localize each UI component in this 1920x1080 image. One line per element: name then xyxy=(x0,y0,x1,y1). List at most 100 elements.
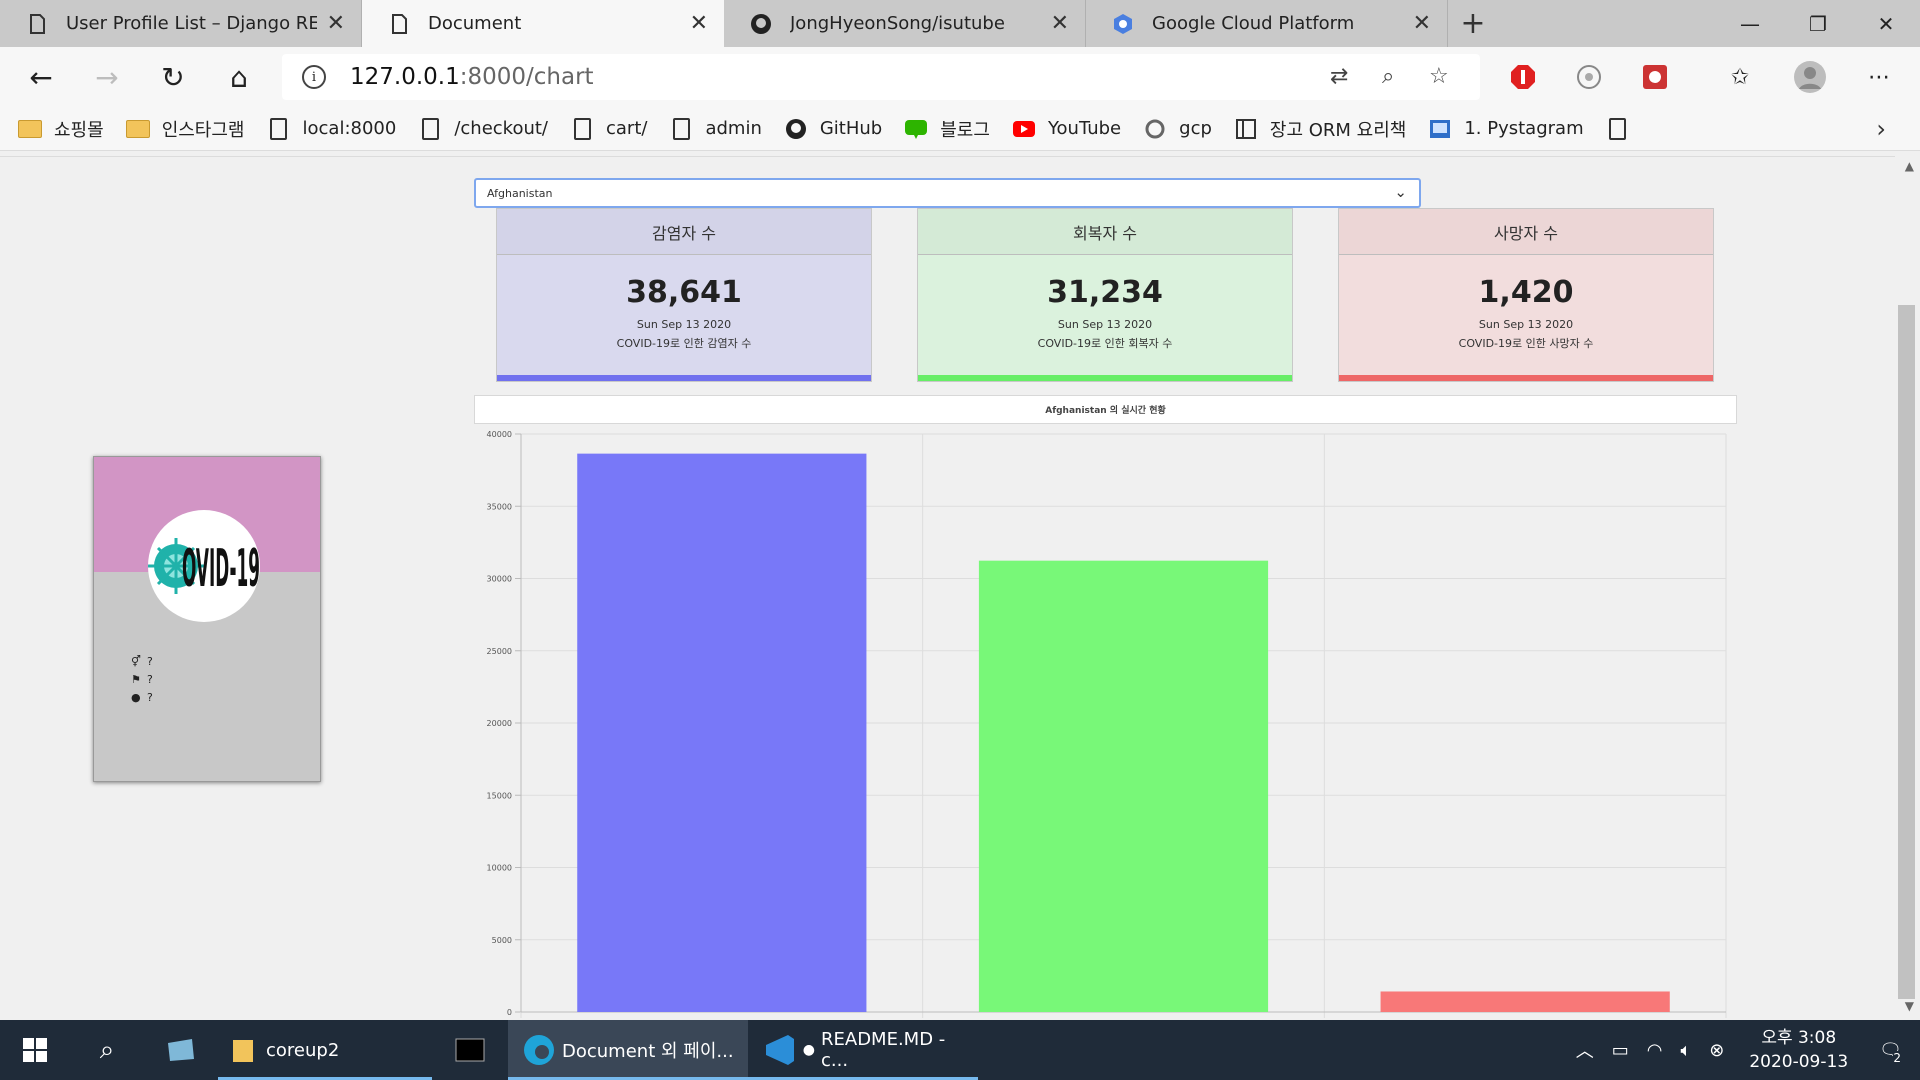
bookmark-cart[interactable]: cart/ xyxy=(570,117,647,140)
adblock-icon[interactable] xyxy=(1508,62,1538,92)
close-window-button[interactable]: ✕ xyxy=(1852,0,1920,47)
favorites-icon[interactable]: ✩ xyxy=(1725,62,1755,92)
status-x-icon[interactable]: ⊗ xyxy=(1709,1040,1724,1061)
tab-title: Document xyxy=(428,13,522,34)
country-select[interactable]: Afghanistan ⌄ xyxy=(474,178,1421,208)
chevron-right-icon[interactable]: › xyxy=(1876,115,1886,143)
page-icon xyxy=(267,117,291,140)
confirmed-card: 감염자 수 38,641 Sun Sep 13 2020 COVID-19로 인… xyxy=(496,208,872,382)
close-icon[interactable]: ✕ xyxy=(1413,11,1431,36)
bookmark-youtube[interactable]: YouTube xyxy=(1012,118,1121,140)
recovered-card: 회복자 수 31,234 Sun Sep 13 2020 COVID-19로 인… xyxy=(917,208,1293,382)
tab-github[interactable]: JongHyeonSong/isutube ✕ xyxy=(724,0,1086,47)
card-value: 31,234 xyxy=(1047,275,1163,310)
bookmark-shopping[interactable]: 쇼핑몰 xyxy=(18,116,104,142)
y-tick-label: 0 xyxy=(507,1008,512,1017)
terminal-icon[interactable] xyxy=(432,1020,508,1080)
bookmark-github[interactable]: GitHub xyxy=(784,118,882,140)
restore-button[interactable]: ❐ xyxy=(1784,0,1852,47)
chevron-up-icon[interactable]: ︿ xyxy=(1576,1037,1594,1063)
search-icon[interactable]: ⌕ xyxy=(70,1020,144,1080)
volume-icon[interactable]: 🔈︎ xyxy=(1680,1040,1691,1061)
home-button[interactable]: ⌂ xyxy=(206,47,272,107)
profile-avatar[interactable] xyxy=(1793,60,1827,94)
tab-title: Google Cloud Platform xyxy=(1152,13,1355,34)
bookmark-pystagram[interactable]: 1. Pystagram xyxy=(1428,118,1584,140)
bookmark-local8000[interactable]: local:8000 xyxy=(267,117,396,140)
wifi-icon[interactable]: ◠ xyxy=(1647,1040,1663,1061)
bookmark-checkout[interactable]: /checkout/ xyxy=(418,117,548,140)
app-launcher-icon[interactable] xyxy=(144,1020,218,1080)
new-tab-button[interactable]: + xyxy=(1448,0,1498,47)
scroll-thumb[interactable] xyxy=(1898,305,1915,999)
bookmark-gcp[interactable]: gcp xyxy=(1143,118,1212,140)
bookmark-untitled[interactable] xyxy=(1606,117,1642,140)
tab-user-profile-list[interactable]: User Profile List – Django REST fr ✕ xyxy=(0,0,362,47)
y-tick-label: 40000 xyxy=(487,430,512,439)
taskbar-vscode[interactable]: ● README.MD - c... xyxy=(748,1020,978,1080)
zoom-icon[interactable]: ⌕ xyxy=(1382,64,1394,89)
chevron-down-icon: ⌄ xyxy=(1394,183,1407,201)
window-controls: — ❐ ✕ xyxy=(1716,0,1920,47)
card-date: Sun Sep 13 2020 xyxy=(1478,318,1574,331)
notification-icon[interactable]: 🗨︎ 2 xyxy=(1879,1040,1902,1065)
card-description: COVID-19로 인한 회복자 수 xyxy=(1037,337,1173,350)
bookmark-admin[interactable]: admin xyxy=(669,117,762,140)
more-menu-icon[interactable]: ⋯ xyxy=(1864,62,1894,92)
page-scrollbar[interactable]: ▲ ▼ xyxy=(1895,151,1920,1020)
taskbar-edge[interactable]: Document 외 페이... xyxy=(508,1020,748,1080)
favorite-star-icon[interactable]: ☆ xyxy=(1429,64,1449,89)
taskbar-explorer[interactable]: coreup2 xyxy=(218,1020,432,1080)
image-icon xyxy=(1428,118,1452,140)
gender-row: ⚥? xyxy=(131,653,153,671)
card-accent-bar xyxy=(918,375,1292,381)
card-title: 회복자 수 xyxy=(918,209,1292,255)
close-icon[interactable]: ✕ xyxy=(690,11,708,36)
url-text: 127.0.0.1:8000/chart xyxy=(350,64,594,90)
address-bar: ← → ↻ ⌂ i 127.0.0.1:8000/chart ⇄ ⌕ ☆ ✩ ⋯ xyxy=(0,47,1920,107)
bookmark-django-orm[interactable]: 장고 ORM 요리책 xyxy=(1234,116,1406,142)
minimize-button[interactable]: — xyxy=(1716,0,1784,47)
youtube-icon xyxy=(1012,118,1036,140)
card-date: Sun Sep 13 2020 xyxy=(636,318,732,331)
bookmark-instagram[interactable]: 인스타그램 xyxy=(125,116,245,142)
profile-info: ⚥? ⚑? ●? xyxy=(131,653,153,707)
covid-logo-avatar: OVID-19 xyxy=(148,510,260,622)
clock[interactable]: 오후 3:08 2020-09-13 xyxy=(1749,1026,1848,1074)
forward-button[interactable]: → xyxy=(74,47,140,107)
extension-icon[interactable] xyxy=(1640,62,1670,92)
page-icon xyxy=(1606,117,1630,140)
taskbar: ⌕ coreup2 Document 외 페이... ● README.MD - … xyxy=(0,1020,1920,1080)
tab-title: User Profile List – Django REST fr xyxy=(66,13,317,34)
close-icon[interactable]: ✕ xyxy=(327,11,345,36)
tab-title: JongHyeonSong/isutube xyxy=(790,13,1005,34)
y-tick-label: 30000 xyxy=(487,575,512,584)
page-icon xyxy=(388,13,410,35)
refresh-button[interactable]: ↻ xyxy=(140,47,206,107)
battery-icon[interactable]: ▭ xyxy=(1612,1040,1629,1061)
info-icon[interactable]: i xyxy=(302,65,326,89)
windows-start-button[interactable] xyxy=(0,1020,70,1080)
back-button[interactable]: ← xyxy=(8,47,74,107)
blog-icon xyxy=(904,118,928,140)
page-icon xyxy=(570,117,594,140)
tab-strip: User Profile List – Django REST fr ✕ Doc… xyxy=(0,0,1920,47)
system-tray: ︿ ▭ ◠ 🔈︎ ⊗ 오후 3:08 2020-09-13 🗨︎ 2 xyxy=(1567,1020,1920,1080)
bookmark-blog[interactable]: 블로그 xyxy=(904,116,990,142)
tab-document[interactable]: Document ✕ xyxy=(362,0,724,47)
url-field[interactable]: i 127.0.0.1:8000/chart ⇄ ⌕ ☆ xyxy=(282,54,1480,100)
page-content: Afghanistan ⌄ 감염자 수 38,641 Sun Sep 13 20… xyxy=(0,151,1920,1020)
country-row: ⚑? xyxy=(131,671,153,689)
tab-google-cloud[interactable]: Google Cloud Platform ✕ xyxy=(1086,0,1448,47)
scroll-down-icon[interactable]: ▼ xyxy=(1905,999,1914,1013)
y-tick-label: 15000 xyxy=(487,791,512,800)
card-title: 사망자 수 xyxy=(1339,209,1713,255)
close-icon[interactable]: ✕ xyxy=(1051,11,1069,36)
translate-icon[interactable]: ⇄ xyxy=(1330,64,1348,89)
page-icon xyxy=(26,13,48,35)
github-icon xyxy=(750,13,772,35)
github-icon xyxy=(784,118,808,140)
profile-card: OVID-19 ⚥? ⚑? ●? xyxy=(93,456,321,782)
scroll-up-icon[interactable]: ▲ xyxy=(1905,159,1914,173)
extension-icon[interactable] xyxy=(1574,62,1604,92)
